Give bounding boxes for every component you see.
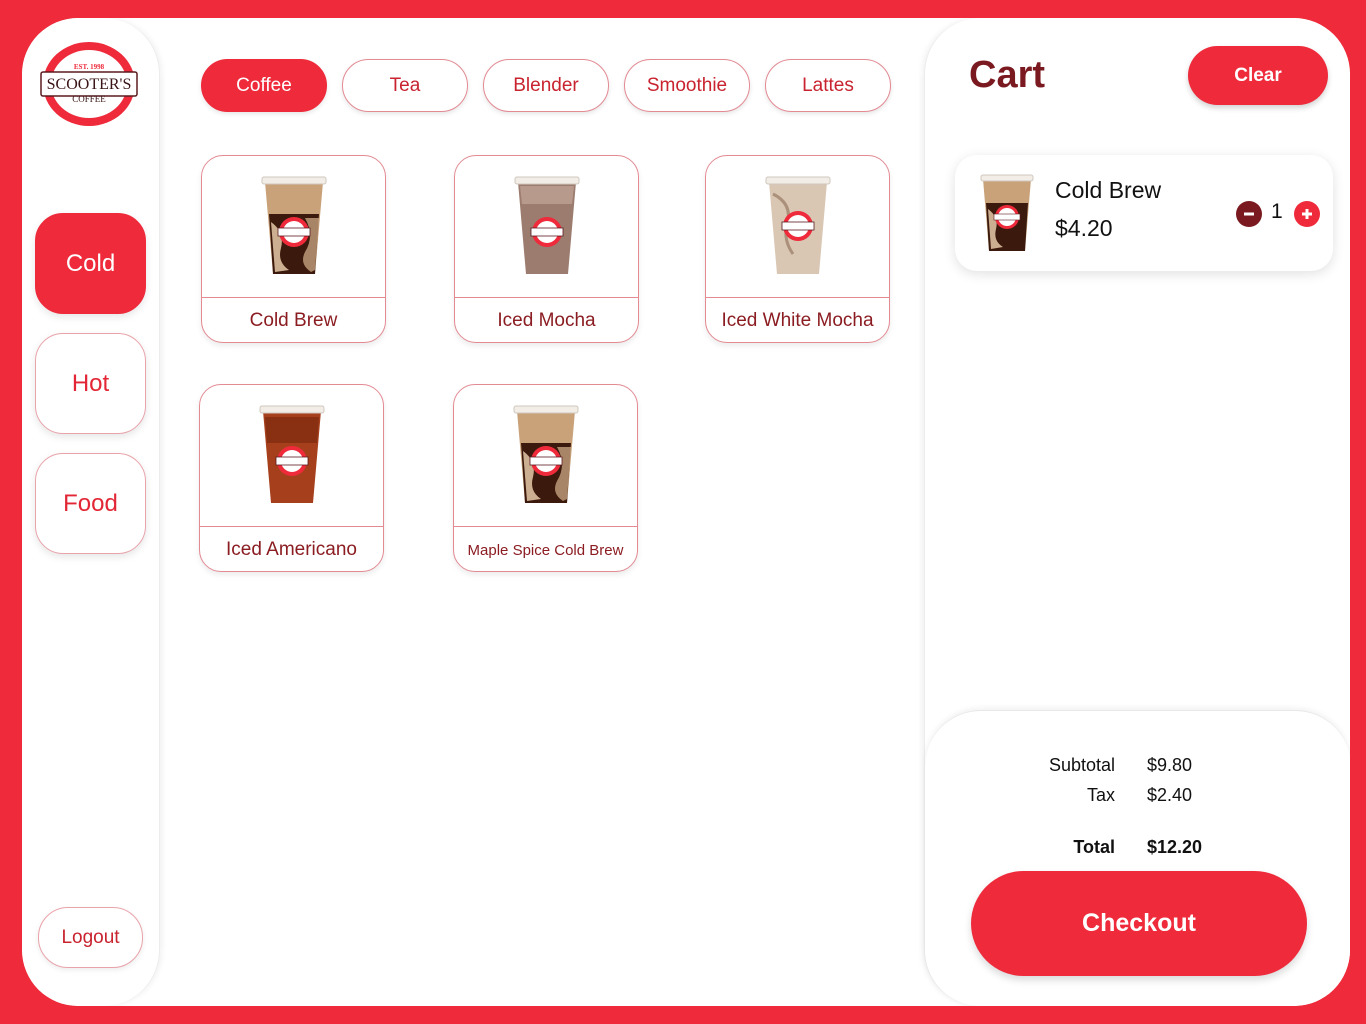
tax-label: Tax — [1086, 785, 1115, 805]
quantity-value: 1 — [1271, 200, 1283, 223]
app-frame: EST. 1998 SCOOTER'S COFFEE Cold Hot Food… — [22, 18, 1350, 1006]
sidebar-item-label: Food — [63, 489, 118, 517]
decrease-quantity-button[interactable] — [1236, 201, 1262, 227]
tab-tea[interactable]: Tea — [342, 59, 468, 112]
cold-brew-thumb-icon — [980, 174, 1034, 251]
iced-white-mocha-cup-icon — [765, 176, 830, 274]
tab-label: Blender — [513, 74, 579, 96]
tab-label: Smoothie — [646, 74, 728, 96]
tab-label: Lattes — [802, 74, 854, 96]
subtotal-value: $9.80 — [1147, 755, 1193, 775]
sidebar-item-label: Cold — [65, 249, 116, 277]
clear-cart-button[interactable]: Clear — [1188, 46, 1328, 105]
product-card-cold-brew[interactable]: Cold Brew — [201, 155, 386, 343]
cart-panel: Cart Clear Cold Brew $4.20 1 Subtotal $9… — [924, 18, 1350, 1006]
product-card-maple-spice-cold-brew[interactable]: Maple Spice Cold Brew — [453, 384, 638, 572]
total-value: $12.20 — [1147, 837, 1203, 857]
cart-item-name: Cold Brew — [1055, 177, 1162, 203]
logout-label: Logout — [61, 926, 120, 948]
tab-blender[interactable]: Blender — [483, 59, 609, 112]
checkout-button[interactable]: Checkout — [971, 871, 1307, 976]
product-name: Iced Americano — [226, 539, 357, 560]
increase-quantity-button[interactable] — [1294, 201, 1320, 227]
drink-image — [200, 385, 383, 527]
order-summary: Subtotal $9.80 Tax $2.40 Total $12.20 Ch… — [925, 710, 1350, 1006]
plus-icon — [1302, 209, 1312, 219]
logo-est-text: EST. 1998 — [74, 63, 105, 71]
sidebar-item-hot[interactable]: Hot — [35, 333, 146, 434]
sidebar-item-cold[interactable]: Cold — [35, 213, 146, 314]
maple-spice-cold-brew-cup-icon — [513, 405, 578, 503]
sidebar-item-food[interactable]: Food — [35, 453, 146, 554]
product-card-iced-mocha[interactable]: Iced Mocha — [454, 155, 639, 343]
product-card-iced-white-mocha[interactable]: Iced White Mocha — [705, 155, 890, 343]
sidebar: EST. 1998 SCOOTER'S COFFEE Cold Hot Food… — [22, 18, 160, 1006]
minus-icon — [1244, 212, 1254, 216]
subtotal-label: Subtotal — [1048, 755, 1115, 775]
product-card-iced-americano[interactable]: Iced Americano — [199, 384, 384, 572]
tax-value: $2.40 — [1147, 785, 1193, 805]
drink-image — [454, 385, 637, 527]
sidebar-item-label: Hot — [71, 369, 110, 397]
cart-item-price: $4.20 — [1055, 215, 1113, 241]
tab-label: Tea — [389, 74, 421, 96]
total-label: Total — [1073, 837, 1115, 857]
logout-button[interactable]: Logout — [38, 907, 143, 968]
tab-coffee[interactable]: Coffee — [201, 59, 327, 112]
cold-brew-cup-icon — [261, 176, 326, 274]
drink-image — [455, 156, 638, 298]
clear-label: Clear — [1234, 64, 1282, 86]
tab-lattes[interactable]: Lattes — [765, 59, 891, 112]
checkout-label: Checkout — [1082, 909, 1196, 937]
cart-title: Cart — [969, 54, 1046, 96]
scooters-logo: EST. 1998 SCOOTER'S COFFEE — [39, 40, 139, 128]
cart-item: Cold Brew $4.20 1 — [955, 155, 1333, 271]
tab-smoothie[interactable]: Smoothie — [624, 59, 750, 112]
drink-image — [202, 156, 385, 298]
product-name: Iced Mocha — [497, 310, 596, 331]
drink-image — [706, 156, 889, 298]
product-name: Iced White Mocha — [721, 310, 874, 331]
product-name: Cold Brew — [249, 310, 338, 331]
iced-americano-cup-icon — [259, 405, 324, 503]
logo-sub-text: COFFEE — [72, 94, 106, 104]
logo-name-text: SCOOTER'S — [47, 76, 132, 93]
iced-mocha-cup-icon — [514, 176, 579, 274]
product-name: Maple Spice Cold Brew — [467, 541, 624, 559]
tab-label: Coffee — [236, 74, 292, 96]
